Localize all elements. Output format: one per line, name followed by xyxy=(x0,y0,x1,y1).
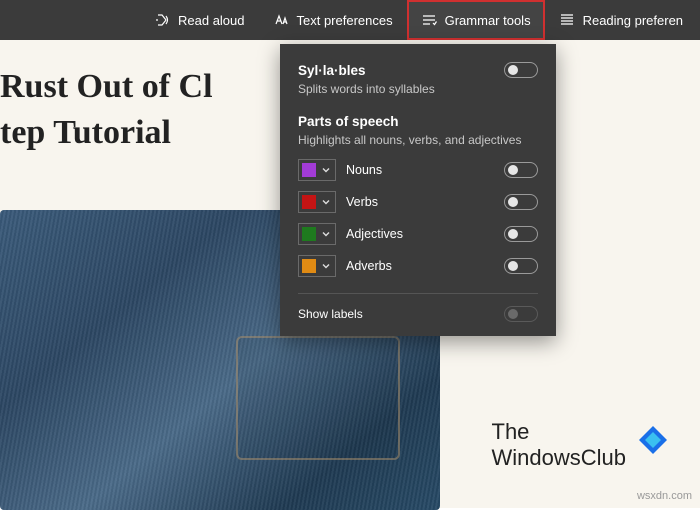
reader-toolbar: Read aloud Text preferences Grammar tool… xyxy=(0,0,700,40)
brand-line1: The xyxy=(492,419,627,444)
pos-row-verbs: Verbs xyxy=(298,191,538,213)
show-labels-label: Show labels xyxy=(298,307,363,321)
verbs-color-swatch xyxy=(302,195,316,209)
adjectives-label: Adjectives xyxy=(346,227,494,241)
verbs-label: Verbs xyxy=(346,195,494,209)
brand-logo-icon xyxy=(636,423,670,457)
watermark: wsxdn.com xyxy=(637,490,692,502)
parts-of-speech-list: Nouns Verbs Adjectives xyxy=(298,159,538,277)
read-aloud-label: Read aloud xyxy=(178,13,245,28)
grammar-tools-label: Grammar tools xyxy=(445,13,531,28)
brand-line2: WindowsClub xyxy=(492,445,627,470)
nouns-label: Nouns xyxy=(346,163,494,177)
brand-text: The WindowsClub xyxy=(492,419,627,470)
parts-of-speech-subtitle: Highlights all nouns, verbs, and adjecti… xyxy=(298,133,538,147)
adjectives-color-swatch xyxy=(302,227,316,241)
nouns-color-swatch xyxy=(302,163,316,177)
syllables-subtitle: Splits words into syllables xyxy=(298,82,538,96)
chevron-down-icon xyxy=(321,261,331,271)
pos-row-adverbs: Adverbs xyxy=(298,255,538,277)
verbs-toggle[interactable] xyxy=(504,194,538,210)
nouns-toggle[interactable] xyxy=(504,162,538,178)
syllables-toggle[interactable] xyxy=(504,62,538,78)
pos-row-nouns: Nouns xyxy=(298,159,538,181)
adverbs-color-picker[interactable] xyxy=(298,255,336,277)
adverbs-color-swatch xyxy=(302,259,316,273)
text-preferences-button[interactable]: Text preferences xyxy=(259,0,407,40)
grammar-tools-panel: Syl·la·bles Splits words into syllables … xyxy=(280,44,556,336)
adjectives-toggle[interactable] xyxy=(504,226,538,242)
text-preferences-label: Text preferences xyxy=(297,13,393,28)
grammar-tools-icon xyxy=(421,12,437,28)
reading-preferences-button[interactable]: Reading preferen xyxy=(545,0,697,40)
text-preferences-icon xyxy=(273,12,289,28)
nouns-color-picker[interactable] xyxy=(298,159,336,181)
site-brand: The WindowsClub xyxy=(492,419,671,470)
grammar-tools-button[interactable]: Grammar tools xyxy=(407,0,545,40)
read-aloud-button[interactable]: Read aloud xyxy=(140,0,259,40)
adverbs-label: Adverbs xyxy=(346,259,494,273)
pos-row-adjectives: Adjectives xyxy=(298,223,538,245)
reading-preferences-icon xyxy=(559,12,575,28)
chevron-down-icon xyxy=(321,165,331,175)
panel-divider xyxy=(298,293,538,294)
chevron-down-icon xyxy=(321,197,331,207)
read-aloud-icon xyxy=(154,12,170,28)
parts-of-speech-title: Parts of speech xyxy=(298,114,538,129)
adjectives-color-picker[interactable] xyxy=(298,223,336,245)
verbs-color-picker[interactable] xyxy=(298,191,336,213)
adverbs-toggle[interactable] xyxy=(504,258,538,274)
syllables-title: Syl·la·bles xyxy=(298,63,366,78)
chevron-down-icon xyxy=(321,229,331,239)
reading-preferences-label: Reading preferen xyxy=(583,13,683,28)
show-labels-toggle[interactable] xyxy=(504,306,538,322)
